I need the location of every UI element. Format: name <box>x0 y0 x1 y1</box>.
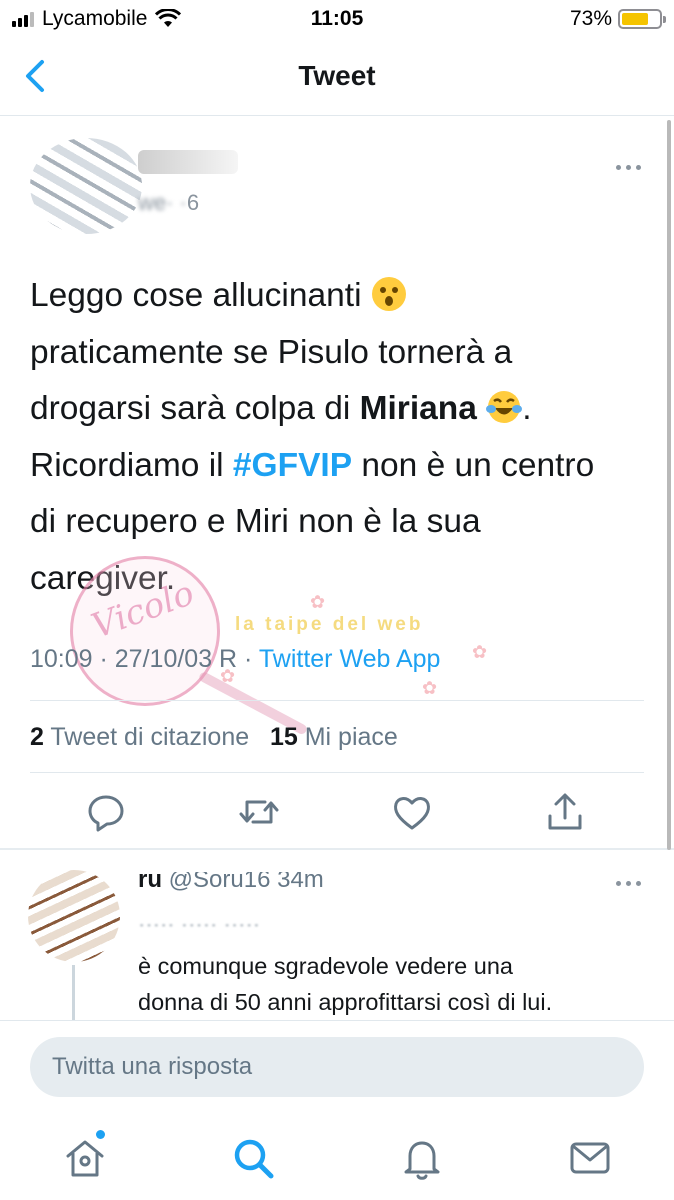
home-notification-dot <box>96 1130 105 1139</box>
quotes-label: Tweet di citazione <box>50 723 250 751</box>
tears-of-joy-emoji-icon <box>486 391 523 423</box>
status-right: 73% <box>569 7 666 31</box>
reply-author-name[interactable]: ru <box>138 872 162 894</box>
likes-label: Mi piace <box>304 723 398 751</box>
thread-line <box>72 965 75 1021</box>
battery-level <box>622 13 649 25</box>
paw-icon: ✿ <box>422 678 438 698</box>
tweet-text: Leggo cose allucinanti praticamente se P… <box>30 268 650 607</box>
reply-line: donna di 50 anni approfittarsi così di l… <box>138 989 553 1015</box>
likes-stat[interactable]: 15 Mi piace <box>270 723 398 751</box>
share-icon[interactable] <box>543 790 587 834</box>
tweet-text-segment: Leggo cose allucinanti <box>30 277 371 314</box>
tweet-text-segment: di recupero e Miri non è la sua <box>30 503 481 540</box>
author-name-blurred[interactable] <box>138 150 238 174</box>
battery-percent: 73% <box>569 7 612 30</box>
tweet-text-segment: . <box>522 390 532 427</box>
reply-avatar[interactable] <box>28 870 120 962</box>
tweet-line: Leggo cose allucinanti <box>30 268 650 325</box>
reply-more-options-icon[interactable] <box>614 878 644 888</box>
tab-bar <box>0 1115 674 1200</box>
reply-compose-bar: Twitta una risposta <box>0 1020 674 1115</box>
tweet-actions <box>0 790 674 840</box>
tweet-text-segment: caregiver. <box>30 559 176 597</box>
bold-name: Miriana <box>359 390 477 427</box>
reply-author-handle: @Soru16 <box>168 872 271 893</box>
divider <box>30 772 644 773</box>
paw-icon: ✿ <box>472 642 488 662</box>
scrollbar[interactable] <box>667 120 671 850</box>
reply-header: ru @Soru16 34m <box>138 872 438 894</box>
watermark-label: la taipe del web <box>235 614 424 635</box>
surprised-face-emoji-icon <box>371 277 406 311</box>
quotes-count: 2 <box>30 723 44 751</box>
home-icon[interactable] <box>62 1135 108 1181</box>
likes-count: 15 <box>269 723 298 751</box>
nav-bar: Tweet <box>0 38 674 116</box>
page-title: Tweet <box>298 60 376 91</box>
avatar[interactable] <box>30 138 142 234</box>
retweet-icon[interactable] <box>237 790 281 834</box>
more-options-icon[interactable] <box>614 162 644 172</box>
quotes-stat[interactable]: 2 Tweet di citazione <box>30 723 249 751</box>
tweet-text-segment: non è un centro <box>352 446 595 484</box>
tweet-stats: 2 Tweet di citazione 15 Mi piace <box>30 723 398 752</box>
tweet-line: di recupero e Miri non è la sua <box>30 494 650 551</box>
search-icon[interactable] <box>230 1135 276 1181</box>
handle-visible-part: 6 <box>186 190 200 215</box>
reply-context-blurred: ····· ····· ····· <box>138 912 261 926</box>
tweet-text-segment: praticamente se Pisulo tornerà a <box>30 333 513 371</box>
tweet-line: praticamente se Pisulo tornerà a <box>30 325 650 382</box>
like-heart-icon[interactable] <box>390 790 434 834</box>
tweet-line: drogarsi sarà colpa di Miriana . <box>30 381 650 438</box>
divider <box>30 700 644 701</box>
reply-text: è comunque sgradevole vedere una donna d… <box>138 948 648 1020</box>
messages-icon[interactable] <box>567 1135 613 1181</box>
tweet-line: Ricordiamo il #GFVIP non è un centro <box>30 438 650 495</box>
battery-icon <box>618 9 666 29</box>
reply-icon[interactable] <box>84 790 128 834</box>
notifications-icon[interactable] <box>399 1135 445 1181</box>
author-handle-blurred: we· ·6 <box>138 190 200 215</box>
tweet-date: 27/10/03 R <box>114 645 238 673</box>
status-bar: Lycamobile 11:05 73% <box>0 0 674 38</box>
tweet-timestamp: 10:09 · 27/10/03 R · Twitter Web App <box>30 645 441 673</box>
reply-age: 34m <box>277 872 324 893</box>
tweet-line: caregiver. <box>30 551 650 608</box>
tweet-source-link[interactable]: Twitter Web App <box>259 645 441 673</box>
tweet-text-segment: Ricordiamo il <box>30 446 233 484</box>
reply-input[interactable]: Twitta una risposta <box>30 1037 644 1097</box>
tweet-text-segment: drogarsi sarà colpa di <box>30 390 360 427</box>
section-separator <box>0 848 674 850</box>
tweet-time: 10:09 <box>30 645 93 673</box>
hashtag-link[interactable]: #GFVIP <box>233 447 352 484</box>
reply-line: è comunque sgradevole vedere una <box>138 953 513 979</box>
